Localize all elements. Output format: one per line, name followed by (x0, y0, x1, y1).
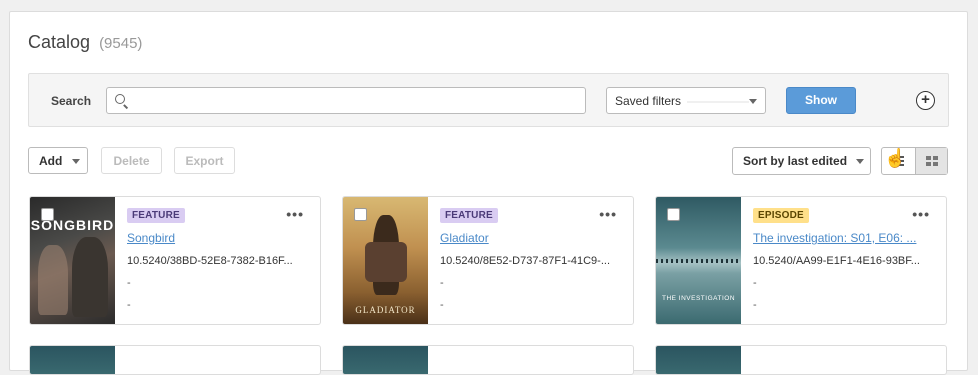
card-field-1: - (127, 277, 131, 289)
export-button[interactable]: Export (174, 147, 235, 174)
catalog-card[interactable] (655, 345, 947, 375)
grid-view-button[interactable] (915, 148, 947, 174)
search-field[interactable] (106, 87, 586, 114)
select-checkbox[interactable] (41, 208, 54, 221)
select-checkbox[interactable] (667, 208, 680, 221)
card-doi: 10.5240/8E52-D737-87F1-41C9-... (440, 255, 610, 267)
catalog-card[interactable] (342, 345, 634, 375)
sort-label: Sort by last edited (743, 154, 848, 168)
select-checkbox[interactable] (354, 208, 367, 221)
card-title-link[interactable]: Songbird (127, 231, 312, 245)
card-field-2: - (440, 299, 444, 311)
more-dots-icon[interactable]: ••• (599, 206, 617, 222)
card-title-link[interactable]: Gladiator (440, 231, 625, 245)
search-bar: Search Saved filters Show + (28, 73, 949, 127)
plus-circle-icon[interactable]: + (916, 91, 935, 110)
catalog-title: Catalog (28, 32, 91, 52)
delete-button[interactable]: Delete (101, 147, 162, 174)
poster-image (30, 346, 115, 374)
search-icon (115, 94, 125, 104)
chevron-down-icon (72, 159, 80, 164)
type-badge: FEATURE (440, 208, 498, 223)
catalog-card[interactable] (29, 345, 321, 375)
page-title: Catalog (9545) (28, 32, 142, 53)
catalog-count: (9545) (99, 35, 143, 52)
catalog-card[interactable]: SONGBIRD FEATURE ••• Songbird 10.5240/38… (29, 196, 321, 325)
sort-dropdown[interactable]: Sort by last edited (732, 147, 871, 175)
card-field-2: - (127, 299, 131, 311)
saved-filters-label: Saved filters (615, 94, 682, 108)
poster-title: GLADIATOR (355, 305, 416, 315)
search-input[interactable] (131, 90, 571, 111)
show-button[interactable]: Show (786, 87, 856, 114)
catalog-card[interactable]: GLADIATOR FEATURE ••• Gladiator 10.5240/… (342, 196, 634, 325)
card-doi: 10.5240/AA99-E1F1-4E16-93BF... (753, 255, 920, 267)
catalog-card[interactable]: THE INVESTIGATION EPISODE ••• The invest… (655, 196, 947, 325)
hand-cursor-icon: ☝ (884, 148, 907, 168)
catalog-panel: Catalog (9545) Search Saved filters Show… (9, 11, 968, 375)
chevron-down-icon (856, 159, 864, 164)
poster-image (343, 346, 428, 374)
saved-filters-placeholder-bar (687, 101, 749, 103)
more-dots-icon[interactable]: ••• (912, 206, 930, 222)
more-dots-icon[interactable]: ••• (286, 206, 304, 222)
saved-filters-select[interactable]: Saved filters (606, 87, 766, 114)
add-button-label: Add (39, 154, 63, 168)
add-button[interactable]: Add (28, 147, 88, 174)
card-field-2: - (753, 299, 757, 311)
poster-image (656, 346, 741, 374)
card-field-1: - (440, 277, 444, 289)
type-badge: EPISODE (753, 208, 809, 223)
type-badge: FEATURE (127, 208, 185, 223)
poster-title: THE INVESTIGATION (661, 295, 736, 302)
search-label: Search (51, 94, 92, 108)
card-doi: 10.5240/38BD-52E8-7382-B16F... (127, 255, 293, 267)
card-title-link[interactable]: The investigation: S01, E06: ... (753, 231, 938, 245)
card-field-1: - (753, 277, 757, 289)
chevron-down-icon (749, 99, 757, 104)
